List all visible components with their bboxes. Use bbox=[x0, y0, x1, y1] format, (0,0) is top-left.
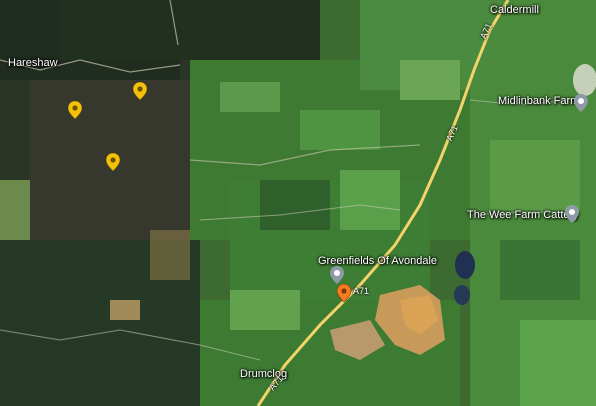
map-pin-yellow-icon[interactable] bbox=[106, 153, 122, 173]
satellite-map[interactable]: Caldermill Hareshaw Drumclog A71 A71 A71… bbox=[0, 0, 596, 406]
map-pin-icon[interactable] bbox=[565, 205, 581, 225]
map-pin-icon[interactable] bbox=[574, 94, 590, 114]
road-label-a71: A71 bbox=[353, 286, 370, 296]
map-pin-icon[interactable] bbox=[330, 266, 346, 286]
map-pin-yellow-icon[interactable] bbox=[68, 101, 84, 121]
map-pin-yellow-icon[interactable] bbox=[133, 82, 149, 102]
map-imagery bbox=[0, 0, 596, 406]
poi-label-wee-farm-cattery[interactable]: The Wee Farm Cattery bbox=[467, 209, 579, 221]
poi-label-midlinbank-farm[interactable]: Midlinbank Farm bbox=[498, 95, 579, 107]
place-label-hareshaw: Hareshaw bbox=[8, 57, 58, 69]
map-pin-orange-icon[interactable] bbox=[337, 284, 353, 304]
place-label-caldermill: Caldermill bbox=[490, 4, 539, 16]
